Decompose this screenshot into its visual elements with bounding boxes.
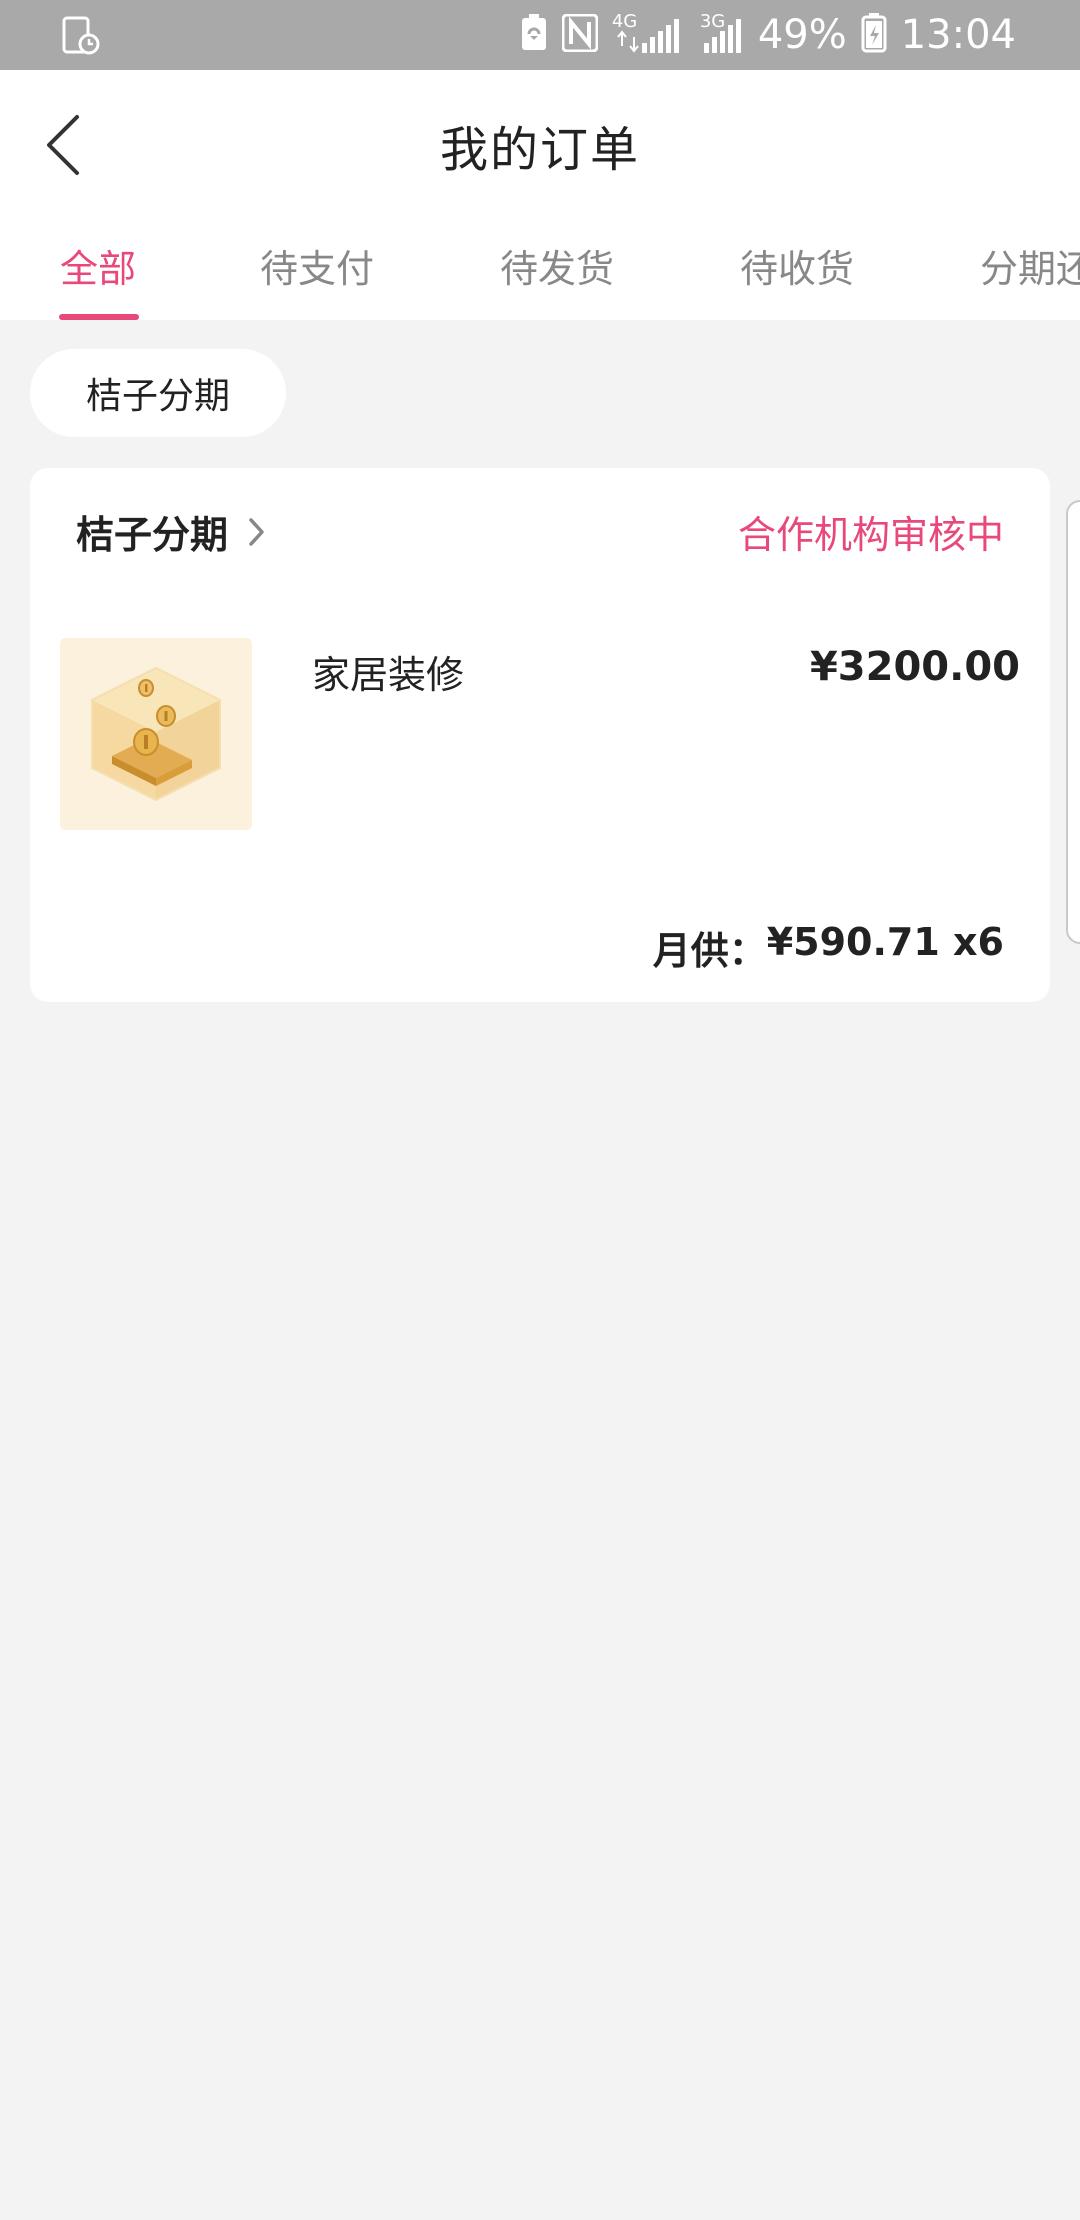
status-bar: 4G 3G 49% 13:04: [0, 0, 1080, 70]
order-card[interactable]: 桔子分期 合作机构审核中 家居装修 ¥3200.00 月供： ¥590.71 x…: [30, 468, 1050, 1002]
filter-chip[interactable]: 桔子分期: [30, 349, 286, 437]
monthly-payment: 月供： ¥590.71 x6: [653, 920, 1004, 975]
order-tabs: 全部 待支付 待发货 待收货 分期还: [0, 220, 1080, 320]
nfc-icon: [561, 13, 599, 56]
order-status: 合作机构审核中: [737, 513, 1004, 557]
tab-all[interactable]: 全部: [60, 238, 136, 293]
product-price: ¥3200.00: [809, 644, 1020, 690]
page-title: 我的订单: [439, 122, 640, 178]
tab-pending-receipt[interactable]: 待收货: [740, 238, 854, 293]
monthly-amount: ¥590.71: [766, 920, 940, 964]
battery-percent: 49%: [757, 12, 847, 58]
clock: 13:04: [900, 12, 1016, 58]
product-image[interactable]: [60, 638, 252, 830]
tab-pending-payment[interactable]: 待支付: [260, 238, 374, 293]
tab-installment-repayment[interactable]: 分期还: [980, 238, 1080, 293]
chevron-right-icon: [249, 517, 264, 546]
signal-4g-icon: 4G: [612, 11, 686, 57]
next-card-edge: [1066, 500, 1080, 944]
signal-3g-icon: 3G: [700, 11, 744, 57]
battery-saver-icon: [520, 14, 548, 56]
gold-box-icon: [60, 638, 252, 830]
monthly-terms: x6: [939, 920, 1004, 964]
tab-pending-shipment[interactable]: 待发货: [500, 238, 614, 293]
active-tab-indicator: [59, 314, 139, 320]
store-link[interactable]: 桔子分期: [76, 504, 268, 559]
store-name: 桔子分期: [76, 513, 229, 557]
header: 我的订单 全部 待支付 待发货 待收货 分期还: [0, 70, 1080, 320]
battery-icon: [861, 13, 887, 57]
screen-timer-icon: [62, 16, 100, 56]
monthly-label: 月供：: [652, 929, 767, 973]
product-name: 家居装修: [312, 653, 465, 697]
